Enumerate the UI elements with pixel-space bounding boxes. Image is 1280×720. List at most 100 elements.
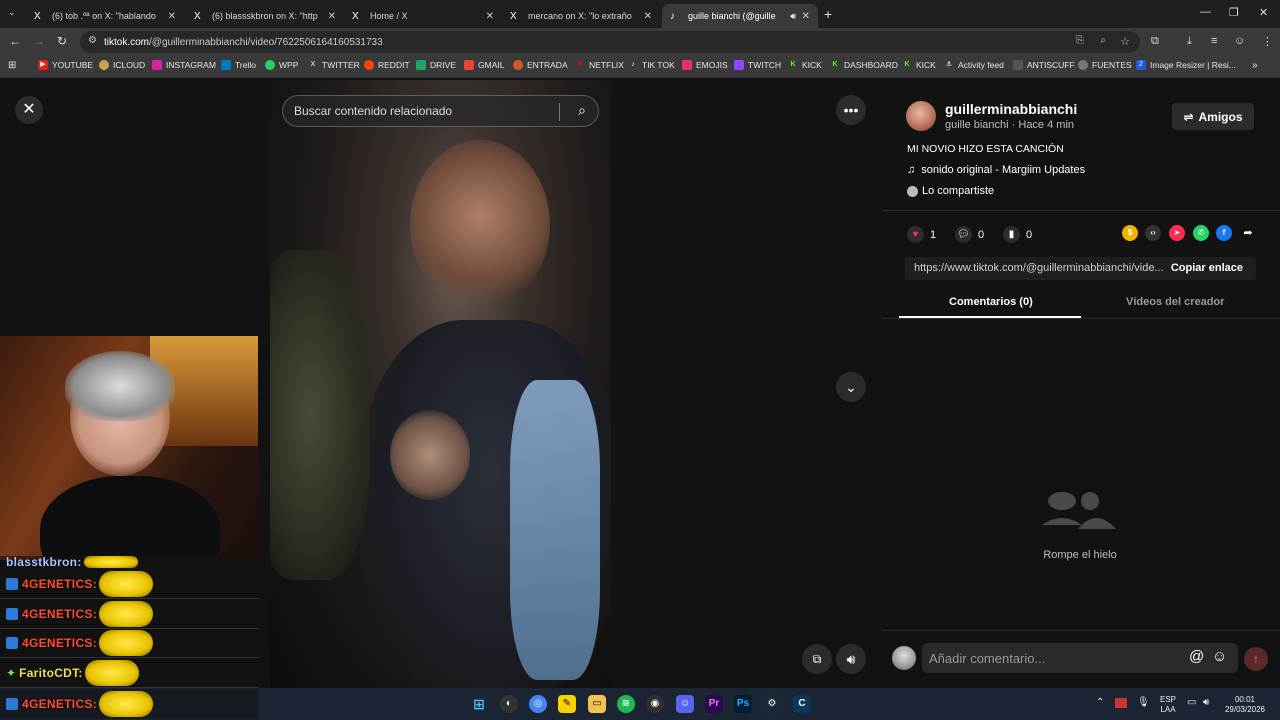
like-stat[interactable]: ♥ 1	[907, 226, 936, 243]
bookmark-antiscuff[interactable]: ANTISCUFF	[1013, 60, 1075, 70]
bookmark-icloud[interactable]: ICLOUD	[99, 60, 145, 70]
tab-creator-videos[interactable]: Vídeos del creador	[1126, 296, 1224, 308]
mention-icon[interactable]: @	[1189, 648, 1204, 665]
tab-title: mercano on X: "lo extraño a él	[528, 11, 634, 21]
bookmark-twitter[interactable]: X TWITTER	[308, 60, 360, 70]
network-icon[interactable]: ▭	[1187, 698, 1196, 708]
spotify-icon[interactable]: ≋	[617, 695, 635, 713]
tab-1[interactable]: X (6) tob .ºª on X: "hablando de ✕	[26, 4, 184, 28]
close-icon[interactable]: ✕	[644, 11, 652, 22]
more-options-button[interactable]: •••	[836, 95, 866, 125]
file-explorer-icon[interactable]: ▭	[588, 695, 606, 713]
emoji-icon[interactable]: ☺	[1212, 648, 1227, 665]
copy-link-button[interactable]: Copiar enlace	[1171, 262, 1243, 274]
language-code[interactable]: ESP LAA	[1157, 695, 1179, 715]
bookmark-emojis[interactable]: EMOJIS	[682, 60, 728, 70]
bookmark-tiktok[interactable]: ♪ TIK TOK	[628, 60, 675, 70]
bookmark-youtube[interactable]: ▶ YOUTUBE	[38, 60, 93, 70]
creator-avatar[interactable]	[906, 101, 936, 131]
tab-4[interactable]: X mercano on X: "lo extraño a él ✕	[502, 4, 660, 28]
bookmark-netflix[interactable]: N NETFLIX	[575, 60, 623, 70]
photoshop-icon[interactable]: Ps	[734, 695, 752, 713]
steam-icon[interactable]: ⚙	[763, 695, 781, 713]
minimize-icon[interactable]: —	[1200, 6, 1211, 18]
apps-grid-icon[interactable]: ⊞	[8, 60, 16, 71]
close-icon[interactable]: ✕	[15, 96, 43, 124]
volume-icon[interactable]: 🔊︎	[1203, 698, 1209, 708]
bookmark-drive[interactable]: DRIVE	[416, 60, 456, 70]
new-tab-icon[interactable]: +	[824, 6, 832, 22]
related-search-input[interactable]: Buscar contenido relacionado ⌕	[282, 95, 599, 127]
video-player[interactable]	[270, 80, 611, 688]
bookmark-entrada[interactable]: ENTRADA	[513, 60, 568, 70]
coin-icon[interactable]: $	[1122, 225, 1138, 241]
profile-avatar-icon[interactable]: ☺	[1234, 35, 1245, 47]
discord-icon[interactable]: ☺	[676, 695, 694, 713]
floating-player-button[interactable]: ⧉	[802, 644, 832, 674]
bookmark-kick-2[interactable]: K KICK	[902, 60, 935, 70]
extensions-icon[interactable]: ⧉	[1151, 35, 1159, 48]
sticky-notes-icon[interactable]: ✎	[558, 695, 576, 713]
zoom-icon[interactable]: ⌕	[1100, 35, 1106, 46]
microphone-icon[interactable]: 🎙︎	[1137, 698, 1150, 708]
download-icon[interactable]: ⤓	[1187, 35, 1192, 48]
close-window-icon[interactable]: ✕	[1259, 6, 1268, 19]
bookmark-dashboard[interactable]: K DASHBOARD	[830, 60, 897, 70]
reload-icon[interactable]: ↻	[57, 34, 67, 48]
tray-chevron-icon[interactable]: ⌃	[1096, 698, 1104, 708]
clock[interactable]: 00:01 29/03/2026	[1222, 695, 1268, 715]
address-bar[interactable]: ⚙ tiktok.com/@guillerminabbianchi/video/…	[80, 31, 1140, 53]
close-icon[interactable]: ✕	[168, 11, 176, 22]
tab-search-icon[interactable]: ⌄	[8, 7, 16, 18]
next-video-button[interactable]: ⌄	[836, 372, 866, 402]
menu-icon[interactable]: ⋮	[1262, 35, 1273, 48]
tray-app-icon[interactable]	[1115, 698, 1127, 708]
reading-list-icon[interactable]: ≡	[1211, 35, 1217, 47]
tab-2[interactable]: X (6) blassskbron on X: "https://t ✕	[186, 4, 344, 28]
bookmark-instagram[interactable]: INSTAGRAM	[152, 60, 216, 70]
whatsapp-icon[interactable]: ✆	[1193, 225, 1209, 241]
send-to-friends-icon[interactable]: ➤	[1169, 225, 1185, 241]
chrome-icon[interactable]: ◎	[529, 695, 547, 713]
restore-icon[interactable]: ❐	[1229, 6, 1239, 19]
bookmark-activity-feed[interactable]: ⚓ Activity feed	[944, 60, 1004, 70]
share-arrow-icon[interactable]: ➦	[1240, 225, 1256, 241]
obs-icon[interactable]: ◉	[646, 695, 664, 713]
bookmark-fuentes[interactable]: FUENTES	[1078, 60, 1132, 70]
back-icon[interactable]: ←	[9, 34, 21, 48]
embed-icon[interactable]: ‹›	[1145, 225, 1161, 241]
bookmark-reddit[interactable]: REDDIT	[364, 60, 410, 70]
close-icon[interactable]: ✕	[328, 11, 336, 22]
facebook-icon[interactable]: f	[1216, 225, 1232, 241]
creator-username[interactable]: guillerminabbianchi	[945, 101, 1077, 117]
bookmark-image-resizer[interactable]: 2 Image Resizer | Resi...	[1136, 60, 1236, 70]
star-icon[interactable]: ☆	[1120, 35, 1130, 48]
speaker-icon[interactable]: 🔊︎	[790, 11, 796, 22]
tab-comments[interactable]: Comentarios (0)	[949, 296, 1033, 308]
friends-button[interactable]: ⇌ Amigos	[1172, 103, 1254, 130]
more-bookmarks-icon[interactable]: »	[1252, 60, 1258, 71]
close-icon[interactable]: ✕	[486, 11, 494, 22]
tab-3[interactable]: X Home / X ✕	[344, 4, 502, 28]
start-windows-icon[interactable]: ⊞	[470, 695, 488, 713]
site-info-icon[interactable]: ⚙	[88, 35, 97, 46]
bookmark-wpp[interactable]: WPP	[265, 60, 298, 70]
music-link[interactable]: ♫ sonido original - Margiim Updates	[907, 164, 1085, 176]
volume-button[interactable]: 🔊︎	[836, 644, 866, 674]
app-icon[interactable]: ◐	[500, 695, 518, 713]
bookmark-trello[interactable]: Trello	[221, 60, 256, 70]
install-icon[interactable]: ⎘	[1076, 35, 1084, 46]
tab-5-active[interactable]: ♪ guille bianchi (@guillermina 🔊︎ ✕	[662, 4, 818, 28]
comment-stat[interactable]: 💬︎ 0	[955, 226, 984, 243]
premiere-icon[interactable]: Pr	[705, 695, 723, 713]
browser-toolbar: ← → ↻ ⚙ tiktok.com/@guillerminabbianchi/…	[0, 28, 1280, 56]
search-icon[interactable]: ⌕	[578, 102, 586, 119]
bookmark-gmail[interactable]: GMAIL	[464, 60, 504, 70]
close-icon[interactable]: ✕	[802, 11, 810, 22]
app-icon[interactable]: C	[793, 695, 811, 713]
bookmark-kick[interactable]: K KICK	[788, 60, 821, 70]
forward-icon[interactable]: →	[33, 34, 45, 48]
save-stat[interactable]: ▮ 0	[1003, 226, 1032, 243]
send-comment-button[interactable]: ↑	[1244, 647, 1268, 671]
bookmark-twitch[interactable]: TWITCH	[734, 60, 781, 70]
